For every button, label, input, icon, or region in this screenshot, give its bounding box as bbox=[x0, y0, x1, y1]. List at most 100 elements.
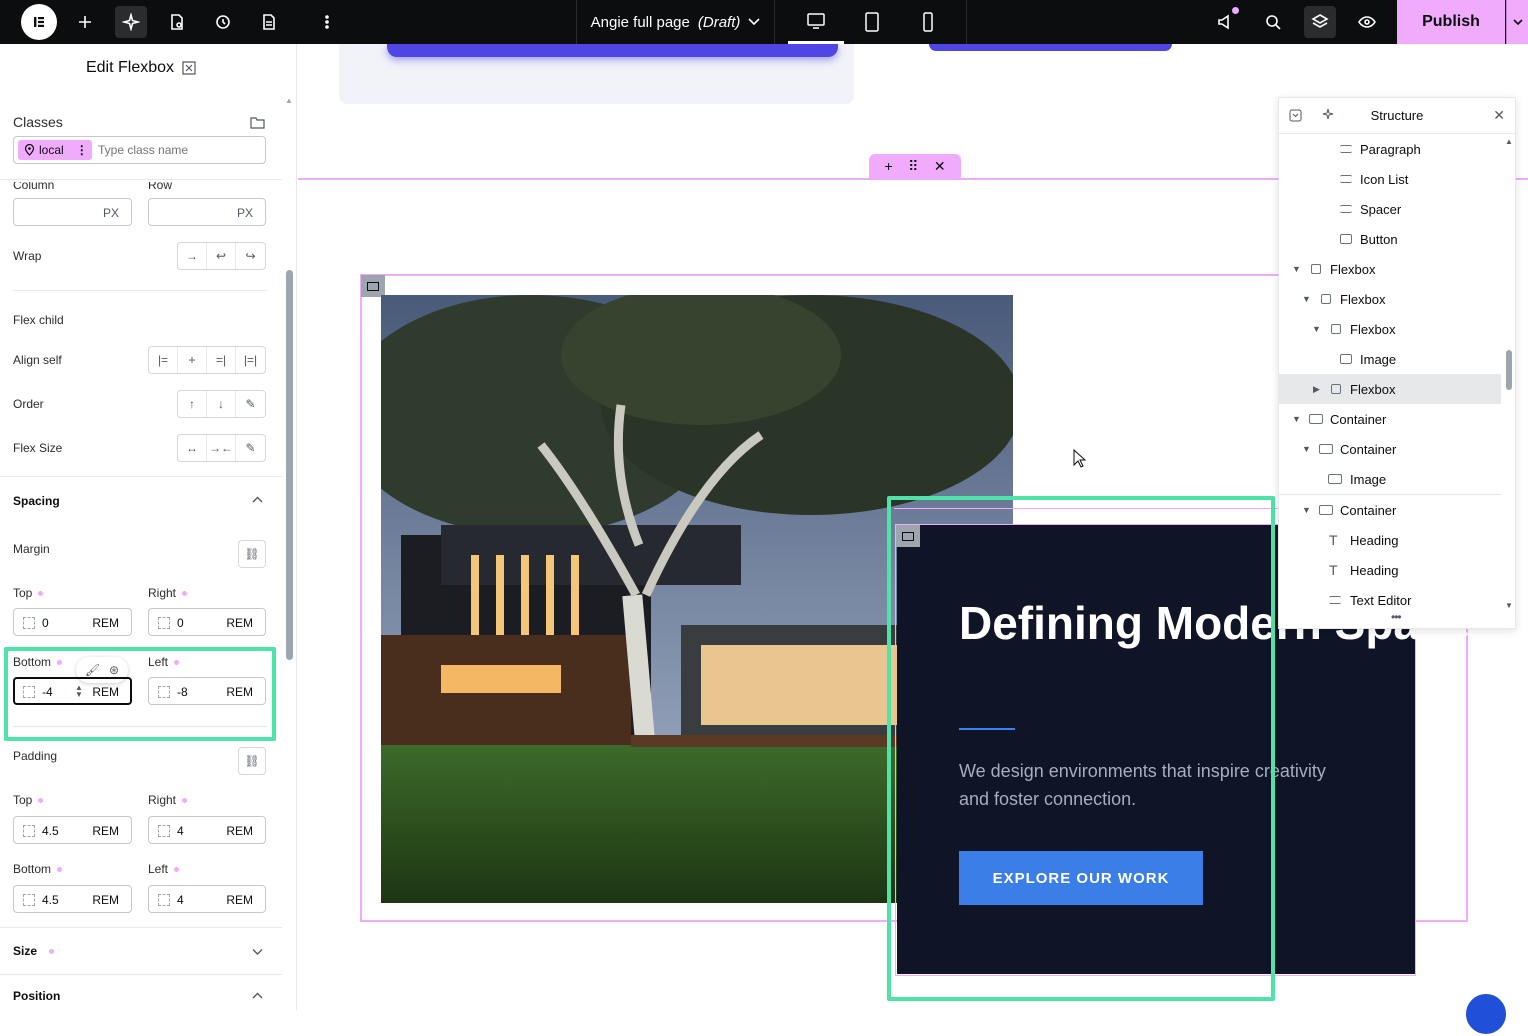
more-options-icon[interactable] bbox=[311, 6, 343, 38]
tree-item[interactable]: Text Editor bbox=[1279, 585, 1501, 612]
position-section-header[interactable]: Position bbox=[13, 989, 60, 1003]
structure-layers-icon[interactable] bbox=[1304, 6, 1336, 38]
document-icon[interactable] bbox=[253, 6, 285, 38]
caret-right-icon[interactable]: ▶ bbox=[1313, 384, 1320, 395]
tree-item[interactable]: Button bbox=[1279, 224, 1501, 254]
size-section-header[interactable]: Size bbox=[13, 944, 55, 958]
flexbox-icon bbox=[1331, 324, 1341, 334]
scroll-up-arrow-icon[interactable]: ▲ bbox=[1505, 137, 1513, 146]
add-icon[interactable]: + bbox=[884, 158, 892, 174]
scroll-down-arrow-icon[interactable]: ▼ bbox=[1505, 601, 1513, 610]
caret-down-icon[interactable]: ▼ bbox=[1302, 505, 1311, 515]
align-end-icon[interactable]: =| bbox=[207, 347, 236, 373]
publish-button[interactable]: Publish bbox=[1397, 0, 1505, 44]
align-self-group[interactable]: |= + =| |=| bbox=[148, 346, 266, 374]
order-label: Order bbox=[13, 397, 44, 411]
tree-item[interactable]: ▼ Flexbox bbox=[1279, 314, 1501, 344]
ai-sparkle-icon[interactable] bbox=[1321, 108, 1335, 122]
grow-icon[interactable]: ↔ bbox=[178, 435, 207, 461]
chevron-up-icon[interactable] bbox=[252, 992, 263, 1000]
caret-down-icon[interactable]: ▼ bbox=[1292, 414, 1301, 424]
spacing-section-header[interactable]: Spacing bbox=[13, 494, 60, 508]
tree-item[interactable]: ▼ Container bbox=[1279, 495, 1501, 525]
section-handle[interactable]: + ⠿ ✕ bbox=[869, 154, 961, 178]
tree-item[interactable]: T Heading bbox=[1279, 555, 1501, 585]
preview-eye-icon[interactable] bbox=[1351, 6, 1383, 38]
tree-item[interactable]: Image bbox=[1279, 464, 1501, 494]
tree-item[interactable]: ▼ Flexbox bbox=[1279, 284, 1501, 314]
chevron-down-icon bbox=[748, 18, 760, 26]
page-name-dropdown[interactable]: Angie full page (Draft) bbox=[576, 0, 775, 44]
link-values-icon[interactable]: ⛓ bbox=[238, 747, 266, 775]
padding-right-input[interactable]: 4 REM bbox=[148, 816, 266, 844]
page-settings-icon[interactable] bbox=[161, 6, 193, 38]
drag-handle-icon[interactable]: ⠿ bbox=[908, 158, 918, 175]
scroll-up-arrow-icon[interactable]: ▲ bbox=[285, 96, 293, 105]
page-name: Angie full page bbox=[590, 13, 690, 31]
tablet-view-icon[interactable] bbox=[844, 0, 900, 44]
wrap-reverse-arrow-icon[interactable]: ↪ bbox=[236, 243, 265, 269]
pencil-icon[interactable]: ✎ bbox=[236, 391, 265, 417]
margin-top-input[interactable]: 0 REM bbox=[13, 608, 132, 636]
flexbox-badge-icon[interactable] bbox=[361, 275, 385, 297]
mobile-view-icon[interactable] bbox=[900, 0, 956, 44]
desktop-view-icon[interactable] bbox=[788, 0, 844, 44]
search-icon[interactable] bbox=[1257, 6, 1289, 38]
tree-item[interactable]: ▼ Flexbox bbox=[1279, 254, 1501, 284]
align-stretch-icon[interactable]: |=| bbox=[236, 347, 265, 373]
button-bottom-edge[interactable] bbox=[929, 44, 1172, 51]
class-chip[interactable]: local ⋮ bbox=[18, 140, 92, 160]
align-start-icon[interactable]: |= bbox=[149, 347, 178, 373]
chevron-up-icon[interactable] bbox=[252, 496, 263, 504]
tree-item[interactable]: ▼ Container bbox=[1279, 434, 1501, 464]
caret-down-icon[interactable]: ▼ bbox=[1312, 324, 1321, 334]
ai-sparkle-icon[interactable] bbox=[115, 6, 147, 38]
padding-top-label: Top bbox=[13, 793, 44, 807]
tree-item[interactable]: Spacer bbox=[1279, 194, 1501, 224]
link-values-icon[interactable]: ⛓ bbox=[238, 540, 266, 568]
close-icon[interactable]: ✕ bbox=[934, 158, 946, 175]
tree-item[interactable]: T Heading bbox=[1279, 525, 1501, 555]
help-fab-button[interactable] bbox=[1464, 992, 1508, 1036]
elementor-logo-icon[interactable] bbox=[21, 4, 57, 40]
align-center-icon[interactable]: + bbox=[178, 347, 207, 373]
structure-scrollbar[interactable] bbox=[1506, 350, 1512, 390]
history-icon[interactable] bbox=[207, 6, 239, 38]
class-manager-icon[interactable] bbox=[250, 115, 265, 129]
publish-options-chevron-icon[interactable] bbox=[1506, 0, 1528, 44]
tree-item[interactable]: Paragraph bbox=[1279, 134, 1501, 164]
class-selector-field[interactable]: local ⋮ bbox=[13, 136, 266, 164]
chevron-down-icon[interactable] bbox=[252, 948, 263, 956]
wrap-arrow-icon[interactable]: ↩ bbox=[207, 243, 236, 269]
tree-item-selected[interactable]: ▶ Flexbox bbox=[1279, 374, 1501, 404]
close-icon[interactable]: ✕ bbox=[1493, 107, 1505, 124]
flexbox-icon bbox=[1331, 384, 1341, 394]
chip-menu-icon[interactable]: ⋮ bbox=[76, 143, 88, 157]
shrink-icon[interactable]: →← bbox=[207, 435, 236, 461]
padding-top-input[interactable]: 4.5 REM bbox=[13, 816, 132, 844]
row-gap-input[interactable]: PX bbox=[148, 198, 266, 226]
wrap-toggle-group[interactable]: → ↩ ↪ bbox=[177, 242, 266, 270]
tree-item[interactable]: Image bbox=[1279, 344, 1501, 374]
tree-item[interactable]: Icon List bbox=[1279, 164, 1501, 194]
collapse-all-icon[interactable] bbox=[1289, 109, 1302, 122]
column-gap-input[interactable]: PX bbox=[13, 198, 132, 226]
pencil-icon[interactable]: ✎ bbox=[236, 435, 265, 461]
order-group[interactable]: ↑ ↓ ✎ bbox=[177, 390, 266, 418]
padding-bottom-input[interactable]: 4.5 REM bbox=[13, 885, 132, 913]
arrow-down-icon[interactable]: ↓ bbox=[207, 391, 236, 417]
tree-item[interactable]: ▼ Container bbox=[1279, 404, 1501, 434]
add-element-icon[interactable] bbox=[69, 6, 101, 38]
caret-down-icon[interactable]: ▼ bbox=[1292, 264, 1301, 274]
flex-size-group[interactable]: ↔ →← ✎ bbox=[177, 434, 266, 462]
caret-down-icon[interactable]: ▼ bbox=[1302, 444, 1311, 454]
class-name-input[interactable] bbox=[98, 141, 258, 159]
button-bottom-edge[interactable] bbox=[387, 44, 838, 57]
padding-left-input[interactable]: 4 REM bbox=[148, 885, 266, 913]
margin-right-input[interactable]: 0 REM bbox=[148, 608, 266, 636]
resize-handle-icon[interactable]: ••• bbox=[1391, 610, 1402, 624]
no-wrap-arrow-icon[interactable]: → bbox=[178, 243, 207, 269]
caret-down-icon[interactable]: ▼ bbox=[1302, 294, 1311, 304]
arrow-up-icon[interactable]: ↑ bbox=[178, 391, 207, 417]
panel-scrollbar[interactable] bbox=[286, 270, 293, 660]
